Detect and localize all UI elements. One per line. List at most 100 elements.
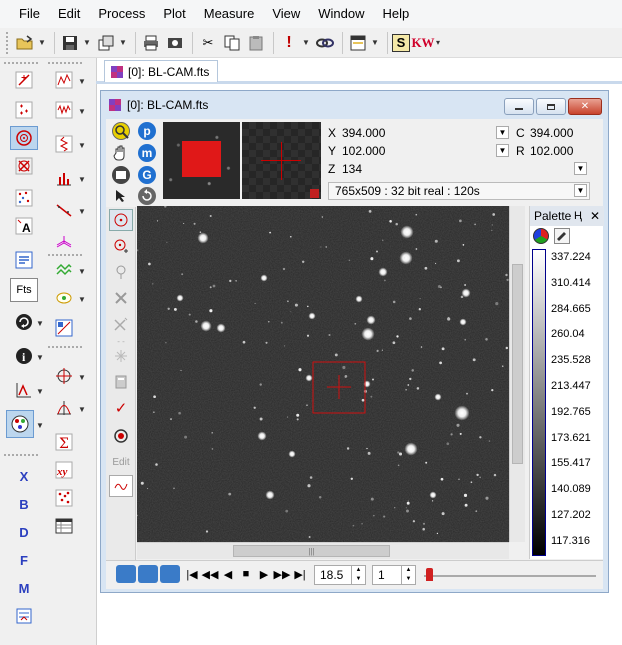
frame-slider-track[interactable] [424,575,596,577]
zoom-spinner[interactable]: 18.5 ▲ ▼ [314,565,366,585]
menu-file[interactable]: File [10,0,49,28]
open-icon[interactable] [14,32,36,54]
close-button[interactable]: ✕ [568,98,602,115]
first-frame-icon[interactable]: |◀ [184,566,200,582]
frame-spinner[interactable]: 1 ▲ ▼ [372,565,416,585]
contour-dropdown-icon[interactable]: ▼ [78,267,86,276]
horizontal-scroll-thumb[interactable]: ||| [233,545,390,557]
fit-nav-icon[interactable] [160,565,180,583]
refresh-icon[interactable] [10,310,38,334]
star-marker-icon[interactable] [10,98,38,122]
xy-plot-icon[interactable]: xy [50,458,78,482]
table-icon[interactable] [50,514,78,538]
row-plot-icon[interactable] [50,98,78,122]
bar-plot-icon[interactable] [50,166,78,190]
image-info-dropdown-icon[interactable]: ▼ [574,184,587,197]
toolbar-grip[interactable] [6,31,10,54]
print-icon[interactable] [140,32,162,54]
copy-window-dropdown-icon[interactable]: ▼ [119,38,127,47]
menu-process[interactable]: Process [89,0,154,28]
astronomical-image[interactable] [137,206,509,542]
edit-button[interactable]: Edit [109,451,133,473]
fits-header-icon[interactable]: Fts [10,278,38,302]
psf-icon[interactable] [50,286,78,310]
open-dropdown-icon[interactable]: ▼ [38,38,46,47]
delete-all-icon[interactable] [109,313,133,335]
batch-icon[interactable] [10,604,38,628]
toolbox-grip[interactable] [48,62,82,66]
surface-plot-icon[interactable] [50,230,78,254]
contour-icon[interactable] [50,258,78,282]
toolbox-grip[interactable] [4,62,38,66]
align-icon[interactable] [10,248,38,272]
copy-window-icon[interactable] [95,32,117,54]
bar-plot-dropdown-icon[interactable]: ▼ [78,175,86,184]
vertical-scrollbar[interactable] [509,206,525,542]
line-profile-icon[interactable] [50,198,78,222]
zoom-nav-icon[interactable] [138,565,158,583]
view-region-box[interactable] [182,141,221,177]
rewind-icon[interactable]: ◀◀ [202,566,219,582]
info-icon[interactable]: i [10,344,38,368]
menu-view[interactable]: View [263,0,309,28]
zoom-icon[interactable] [112,122,130,140]
window-layout-dropdown-icon[interactable]: ▼ [371,38,379,47]
line-profile-dropdown-icon[interactable]: ▼ [78,207,86,216]
color-palette-icon[interactable] [6,410,34,438]
menu-measure[interactable]: Measure [195,0,264,28]
frame-spin-arrows-icon[interactable]: ▲ ▼ [401,566,415,584]
pan-p-button[interactable]: p [138,122,156,140]
refresh-dropdown-icon[interactable]: ▼ [36,319,44,328]
grayscale-colorbar[interactable] [532,249,546,556]
measure-m-button[interactable]: m [138,144,156,162]
save-icon[interactable] [59,32,81,54]
row-plot-dropdown-icon[interactable]: ▼ [78,107,86,116]
checkmark-icon[interactable]: ✓ [109,397,133,419]
toolbox-grip[interactable] [48,346,82,350]
psf-dropdown-icon[interactable]: ▼ [78,295,86,304]
window-layout-icon[interactable] [347,32,369,54]
pointer-icon[interactable] [114,189,128,203]
stop-icon[interactable]: ■ [238,566,254,582]
toolbox-grip[interactable] [4,454,38,458]
tool-b-button[interactable]: B [10,492,38,516]
menu-plot[interactable]: Plot [154,0,194,28]
menu-edit[interactable]: Edit [49,0,89,28]
tool-d-button[interactable]: D [10,520,38,544]
reset-view-icon[interactable] [138,187,156,205]
crosshair-target-icon[interactable] [50,364,78,388]
goto-g-button[interactable]: G [138,166,156,184]
alert-dropdown-icon[interactable]: ▼ [302,38,310,47]
link-icon[interactable] [314,32,336,54]
image-overview-thumbnail[interactable] [163,122,240,199]
color-palette-dropdown-icon[interactable]: ▼ [36,421,44,430]
histogram-tool-icon[interactable] [50,68,78,92]
keyword-icon[interactable]: KW [411,32,434,54]
photometry-target-icon[interactable] [109,425,133,447]
frame-icon[interactable] [112,166,130,184]
column-plot-icon[interactable] [50,132,78,156]
y-dropdown-icon[interactable]: ▼ [496,144,509,157]
scatter-icon[interactable] [50,486,78,510]
aperture-move-icon[interactable] [109,261,133,283]
next-frame-icon[interactable]: ▶ [256,566,272,582]
previous-frame-icon[interactable]: ◀ [220,566,236,582]
aperture-add-icon[interactable] [109,235,133,257]
z-dropdown-icon[interactable]: ▼ [574,162,587,175]
paste-icon[interactable] [245,32,267,54]
copy-icon[interactable] [221,32,243,54]
minimize-button[interactable] [504,98,534,115]
plot-dropdown-icon[interactable]: ▼ [36,387,44,396]
palette-close-icon[interactable]: ✕ [590,206,600,226]
color-wheel-icon[interactable] [533,228,549,244]
last-frame-icon[interactable]: ▶| [292,566,308,582]
hand-nav-icon[interactable] [116,565,136,583]
vertical-scroll-thumb[interactable] [512,264,523,464]
delete-aperture-icon[interactable] [109,287,133,309]
x-dropdown-icon[interactable]: ▼ [496,126,509,139]
script-icon[interactable]: S [392,33,410,52]
hand-icon[interactable] [112,144,130,162]
aperture-tool-icon[interactable] [10,126,38,150]
point-marker-icon[interactable] [10,68,38,92]
delete-marker-icon[interactable] [10,154,38,178]
